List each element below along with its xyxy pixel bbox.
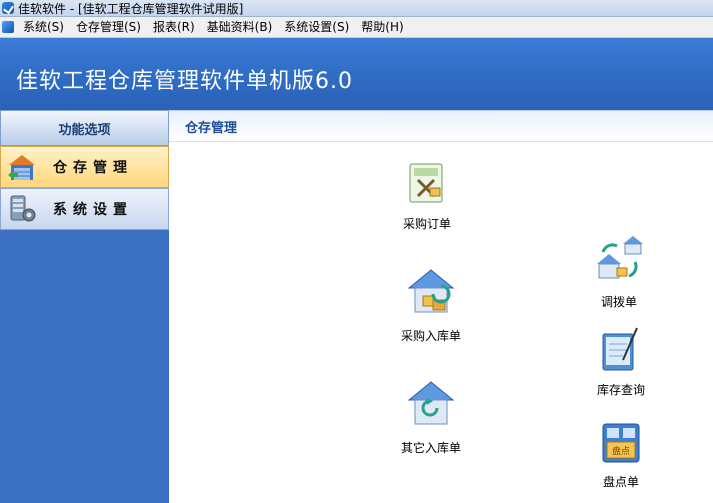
menu-system-settings[interactable]: 系统设置(S) [278, 17, 355, 37]
tile-inventory-query[interactable]: 库存查询 [597, 326, 645, 398]
menu-warehouse[interactable]: 仓存管理(S) [70, 17, 147, 37]
purchase-order-icon [404, 160, 450, 209]
purchase-inbound-icon [405, 266, 457, 321]
menu-basic-data[interactable]: 基础资料(B) [201, 17, 279, 37]
tile-label: 采购入库单 [401, 329, 462, 343]
menu-bar: 系统(S) 仓存管理(S) 报表(R) 基础资料(B) 系统设置(S) 帮助(H… [0, 17, 713, 38]
window-title: 佳软软件 - [佳软工程仓库管理软件试用版] [18, 1, 244, 16]
svg-text:盘点: 盘点 [612, 445, 630, 457]
transfer-icon [595, 234, 643, 287]
tile-other-inbound[interactable]: 其它入库单 [401, 378, 461, 456]
other-inbound-icon [405, 378, 457, 433]
sidebar: 功能选项 仓存管理 系统设置 [0, 110, 169, 503]
tile-label: 盘点单 [602, 475, 639, 489]
stocktake-icon: 盘点 [601, 422, 641, 467]
sidebar-item-label: 仓存管理 [53, 160, 133, 176]
inventory-query-icon [599, 326, 643, 375]
menu-app-icon[interactable] [2, 21, 14, 33]
main-content: 仓存管理 采购订单 采购入库单 其它入库单 调拨单 库存查询 盘点 盘点单 [169, 110, 713, 503]
tile-transfer[interactable]: 调拨单 [595, 234, 643, 310]
sidebar-item-settings[interactable]: 系统设置 [0, 188, 169, 230]
sidebar-header: 功能选项 [0, 110, 169, 146]
tile-label: 库存查询 [597, 383, 646, 397]
content-header: 仓存管理 [169, 110, 713, 142]
app-icon [2, 2, 14, 14]
server-settings-icon [5, 192, 39, 226]
menu-system[interactable]: 系统(S) [17, 17, 70, 37]
title-bar: 佳软软件 - [佳软工程仓库管理软件试用版] [0, 0, 713, 17]
tile-label: 采购订单 [403, 217, 452, 231]
tile-stocktake[interactable]: 盘点 盘点单 [601, 422, 641, 490]
banner: 佳软工程仓库管理软件单机版6.0 [0, 38, 713, 110]
banner-title: 佳软工程仓库管理软件单机版6.0 [16, 69, 353, 94]
sidebar-item-warehouse[interactable]: 仓存管理 [0, 146, 169, 188]
tile-label: 其它入库单 [401, 441, 462, 455]
tile-purchase-inbound[interactable]: 采购入库单 [401, 266, 461, 344]
sidebar-item-label: 系统设置 [53, 202, 133, 218]
menu-reports[interactable]: 报表(R) [147, 17, 201, 37]
warehouse-icon [5, 150, 39, 184]
menu-help[interactable]: 帮助(H) [355, 17, 409, 37]
tile-purchase-order[interactable]: 采购订单 [403, 160, 451, 232]
tile-label: 调拨单 [600, 295, 637, 309]
